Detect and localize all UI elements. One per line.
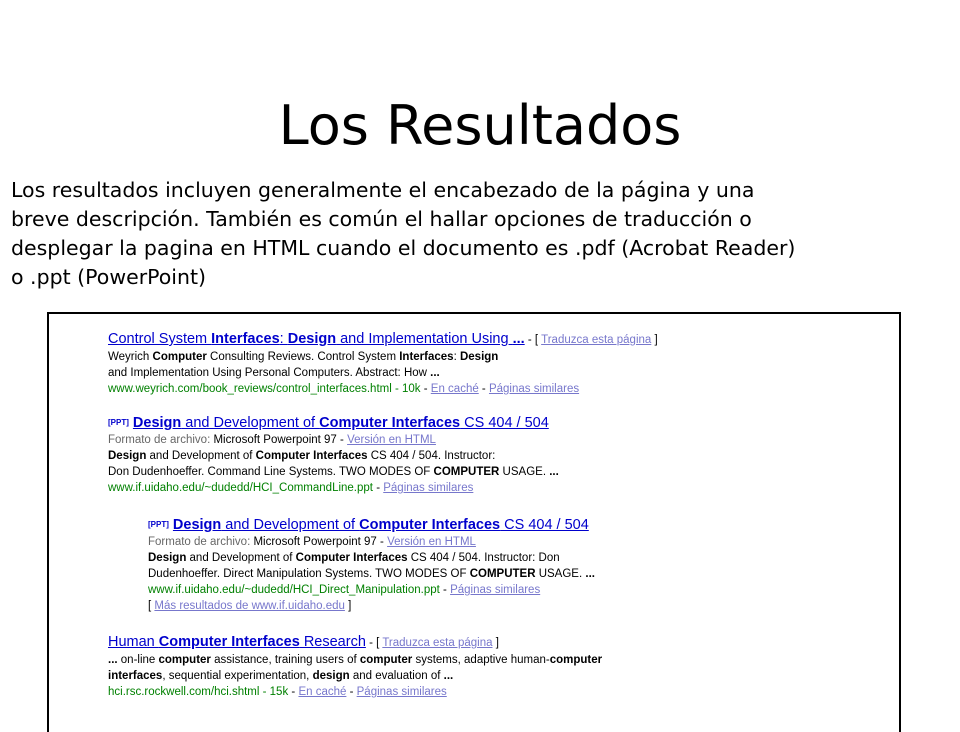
result-snippet: Don Dudenhoeffer. Command Line Systems. … (108, 466, 559, 478)
result-title-link[interactable]: Design and Development of Computer Inter… (133, 415, 549, 431)
result-url: www.weyrich.com/book_reviews/control_int… (108, 383, 421, 395)
slide-title: Los Resultados (278, 94, 682, 157)
search-result-indented: [PPT] Design and Development of Computer… (148, 517, 595, 612)
similar-pages-link[interactable]: Páginas similares (450, 584, 540, 596)
result-snippet: interfaces, sequential experimentation, … (108, 670, 454, 682)
result-snippet: Design and Development of Computer Inter… (108, 450, 496, 462)
result-url: www.if.uidaho.edu/~dudedd/HCI_Direct_Man… (148, 584, 440, 596)
similar-pages-link[interactable]: Páginas similares (383, 482, 473, 494)
translate-link[interactable]: Traduzca esta página (541, 334, 651, 346)
slide-intro: Los resultados incluyen generalmente el … (11, 176, 959, 292)
result-snippet: Dudenhoeffer. Direct Manipulation System… (148, 568, 595, 580)
file-format-value: Microsoft Powerpoint 97 (213, 434, 337, 446)
ppt-tag: [PPT] (148, 520, 169, 529)
similar-pages-link[interactable]: Páginas similares (357, 686, 447, 698)
similar-pages-link[interactable]: Páginas similares (489, 383, 579, 395)
cached-link[interactable]: En caché (431, 383, 479, 395)
result-snippet: Design and Development of Computer Inter… (148, 552, 560, 564)
html-version-link[interactable]: Versión en HTML (347, 434, 436, 446)
cached-link[interactable]: En caché (298, 686, 346, 698)
result-title-link[interactable]: Human Computer Interfaces Research (108, 634, 366, 650)
result-title-link[interactable]: Control System Interfaces: Design and Im… (108, 331, 525, 347)
intro-line: Los resultados incluyen generalmente el … (11, 178, 755, 202)
search-result: Human Computer Interfaces Research - [ T… (108, 634, 603, 698)
intro-line: desplegar la pagina en HTML cuando el do… (11, 236, 796, 260)
more-results-link[interactable]: Más resultados de www.if.uidaho.edu (154, 600, 345, 612)
result-url: hci.rsc.rockwell.com/hci.shtml - 15k (108, 686, 289, 698)
ppt-tag: [PPT] (108, 418, 129, 427)
file-format-label: Formato de archivo: (108, 434, 211, 446)
file-format-value: Microsoft Powerpoint 97 (253, 536, 377, 548)
search-results-screenshot: Control System Interfaces: Design and Im… (47, 312, 901, 732)
result-title-link[interactable]: Design and Development of Computer Inter… (173, 517, 589, 533)
result-url: www.if.uidaho.edu/~dudedd/HCI_CommandLin… (108, 482, 373, 494)
search-result: Control System Interfaces: Design and Im… (108, 331, 658, 395)
file-format-label: Formato de archivo: (148, 536, 251, 548)
intro-line: o .ppt (PowerPoint) (11, 265, 207, 289)
result-snippet: Weyrich Computer Consulting Reviews. Con… (108, 351, 499, 363)
html-version-link[interactable]: Versión en HTML (387, 536, 476, 548)
intro-line: breve descripción. También es común el h… (11, 207, 752, 231)
result-snippet: and Implementation Using Personal Comput… (108, 367, 440, 379)
result-snippet: ... on-line computer assistance, trainin… (108, 654, 603, 666)
search-result: [PPT] Design and Development of Computer… (108, 415, 559, 494)
translate-link[interactable]: Traduzca esta página (382, 637, 492, 649)
